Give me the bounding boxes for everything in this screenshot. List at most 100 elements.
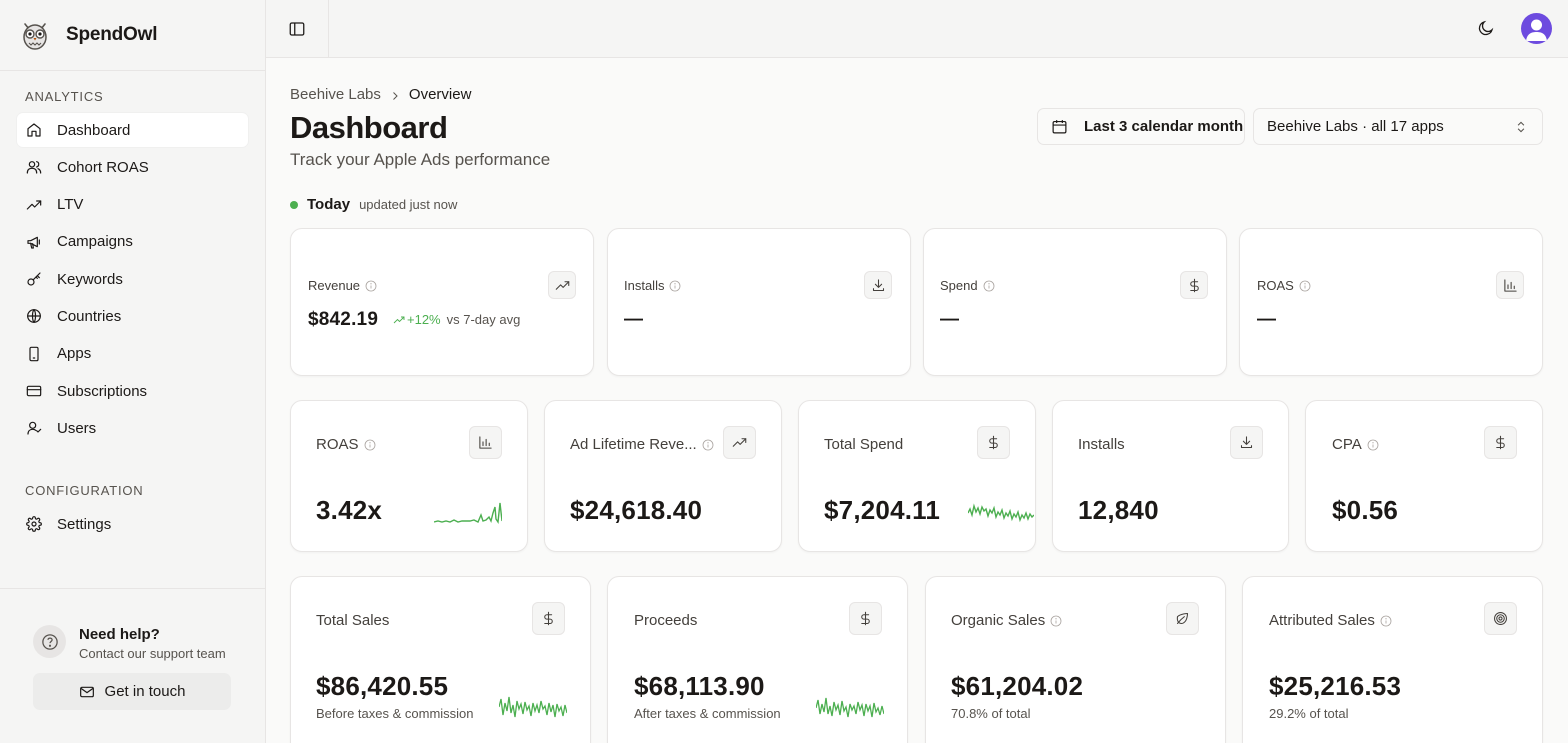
sidebar-item-label: Dashboard [57, 121, 131, 139]
ad-lifetime-revenue-card[interactable]: Ad Lifetime Reve... $24,618.40 [544, 400, 782, 552]
card-label-row: Organic Sales [951, 612, 1062, 629]
sidebar-item-label: Apps [57, 345, 92, 363]
sidebar-item-ltv[interactable]: LTV [17, 188, 248, 222]
theme-toggle-button[interactable] [1477, 19, 1495, 42]
sidebar-item-cohort-roas[interactable]: Cohort ROAS [17, 150, 248, 184]
card-label: ROAS [316, 436, 359, 453]
trending-up-icon [26, 197, 42, 213]
today-installs-card[interactable]: Installs — [607, 228, 911, 376]
card-value: — [1257, 309, 1277, 330]
chevrons-up-down-icon [1514, 120, 1528, 138]
today-roas-card[interactable]: ROAS — [1239, 228, 1543, 376]
card-label-row: CPA [1332, 436, 1379, 453]
configuration-section-label: CONFIGURATION [25, 483, 144, 499]
analytics-section-label: ANALYTICS [25, 89, 104, 104]
card-label-row: Spend [940, 278, 995, 293]
info-icon[interactable] [1367, 439, 1379, 451]
card-label-row: ROAS [1257, 278, 1311, 293]
card-label-row: Installs [624, 278, 681, 293]
info-icon[interactable] [1050, 615, 1062, 627]
sidebar-item-countries[interactable]: Countries [17, 299, 248, 333]
info-icon[interactable] [364, 439, 376, 451]
proceeds-card[interactable]: Proceeds $68,113.90 After taxes & commis… [607, 576, 908, 743]
sidebar-toggle-button[interactable] [266, 0, 329, 57]
today-status: Today updated just now [290, 196, 457, 213]
trending-up-icon [393, 316, 405, 323]
card-value: $7,204.11 [824, 495, 941, 525]
breadcrumb-current: Overview [408, 86, 472, 103]
total-sales-card[interactable]: Total Sales $86,420.55 Before taxes & co… [290, 576, 591, 743]
card-value: $68,113.90 [634, 671, 765, 701]
roas-sparkline [434, 502, 502, 525]
delta-value: +12% [407, 312, 441, 327]
card-subtitle: After taxes & commission [634, 706, 781, 721]
info-icon[interactable] [1380, 615, 1392, 627]
brand[interactable]: SpendOwl [0, 0, 265, 71]
card-icon-box [469, 426, 502, 459]
card-label: Ad Lifetime Reve... [570, 436, 697, 453]
chevron-right-icon [389, 89, 401, 101]
date-range-label: Last 3 calendar months [1084, 118, 1245, 135]
info-icon[interactable] [983, 280, 995, 292]
installs-card[interactable]: Installs 12,840 [1052, 400, 1289, 552]
home-icon [26, 122, 42, 138]
sidebar-item-keywords[interactable]: Keywords [17, 262, 248, 296]
cpa-card[interactable]: CPA $0.56 [1305, 400, 1543, 552]
sidebar-item-apps[interactable]: Apps [17, 337, 248, 371]
attributed-sales-card[interactable]: Attributed Sales $25,216.53 29.2% of tot… [1242, 576, 1543, 743]
total-spend-sparkline [968, 503, 1034, 523]
calendar-icon [1052, 120, 1067, 134]
breadcrumb-parent[interactable]: Beehive Labs [290, 86, 381, 103]
card-value: $25,216.53 [1269, 671, 1402, 701]
date-range-button[interactable]: Last 3 calendar months [1037, 108, 1245, 145]
card-icon-box [977, 426, 1010, 459]
card-value: 3.42x [316, 495, 383, 525]
card-label-row: ROAS [316, 436, 376, 453]
card-icon-box [1496, 271, 1524, 299]
download-icon [872, 278, 884, 291]
card-label: Spend [940, 278, 978, 293]
organic-sales-card[interactable]: Organic Sales $61,204.02 70.8% of total [925, 576, 1226, 743]
today-revenue-card[interactable]: Revenue $842.19 +12% vs 7-day avg [290, 228, 594, 376]
help-circle-icon [33, 625, 66, 658]
card-icon-box [532, 602, 565, 635]
card-icon-box [1484, 426, 1517, 459]
card-value: — [940, 309, 960, 330]
card-icon-box [1166, 602, 1199, 635]
card-label: ROAS [1257, 278, 1294, 293]
dollar-icon [544, 611, 553, 626]
analytics-nav: Dashboard Cohort ROAS LTV Campaigns Keyw… [0, 113, 265, 445]
app-scope-label: Beehive Labs · all 17 apps [1267, 118, 1444, 135]
sidebar-item-settings[interactable]: Settings [17, 507, 248, 541]
sidebar-item-users[interactable]: Users [17, 411, 248, 445]
info-icon[interactable] [365, 280, 377, 292]
target-icon [1494, 612, 1507, 625]
app-scope-select[interactable]: Beehive Labs · all 17 apps [1253, 108, 1543, 145]
sidebar-item-dashboard[interactable]: Dashboard [17, 113, 248, 147]
avatar[interactable] [1521, 13, 1552, 44]
card-label-row: Revenue [308, 278, 377, 293]
card-value: — [624, 309, 644, 330]
card-label: Attributed Sales [1269, 612, 1375, 629]
get-in-touch-button[interactable]: Get in touch [33, 673, 231, 710]
info-icon[interactable] [669, 280, 681, 292]
live-dot [290, 200, 298, 209]
card-value: 12,840 [1078, 495, 1159, 525]
user-avatar-icon [1526, 19, 1547, 41]
revenue-delta: +12% vs 7-day avg [393, 312, 520, 327]
key-icon [26, 271, 42, 287]
card-label-row: Total Spend [824, 436, 903, 453]
megaphone-icon [26, 234, 42, 250]
card-icon-box [849, 602, 882, 635]
user-icon [26, 420, 42, 436]
today-spend-card[interactable]: Spend — [923, 228, 1227, 376]
total-sales-sparkline [499, 696, 567, 718]
sidebar-item-campaigns[interactable]: Campaigns [17, 225, 248, 259]
info-icon[interactable] [702, 439, 714, 451]
info-icon[interactable] [1299, 280, 1311, 292]
roas-card[interactable]: ROAS 3.42x [290, 400, 528, 552]
sidebar-item-subscriptions[interactable]: Subscriptions [17, 374, 248, 408]
proceeds-sparkline [816, 697, 884, 718]
delta-positive: +12% [393, 312, 441, 327]
total-spend-card[interactable]: Total Spend $7,204.11 [798, 400, 1036, 552]
